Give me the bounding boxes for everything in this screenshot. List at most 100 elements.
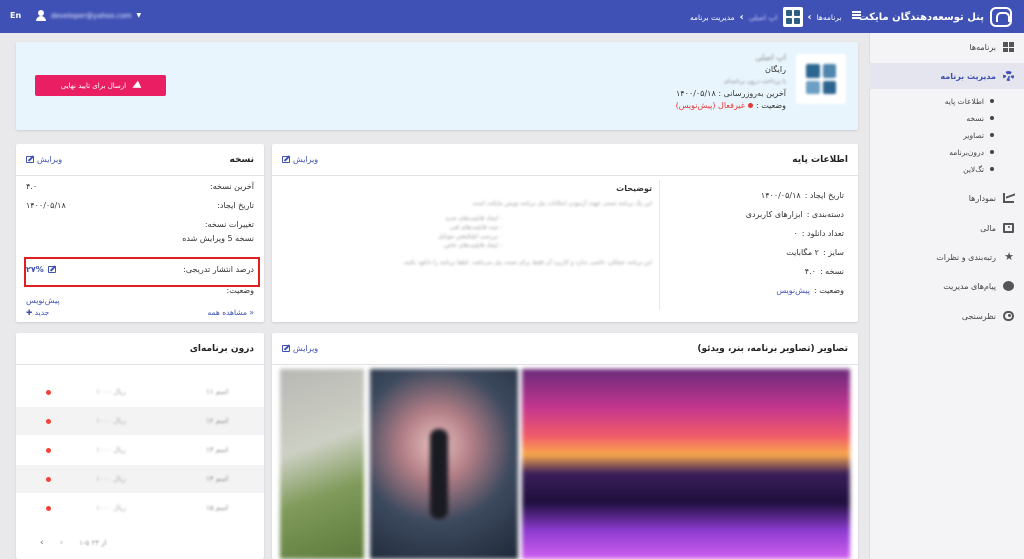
- app-updated: آخرین به‌روزرسانی : ۱۴۰۰/۰۵/۱۸: [546, 88, 786, 100]
- version-status-value: پیش‌نویس: [26, 296, 254, 305]
- table-row[interactable]: ۱۰۰۰ ریال اسم ۱۳: [16, 436, 264, 464]
- table-row[interactable]: ۱۰۰۰ ریال اسم ۱۱: [16, 378, 264, 406]
- edit-icon: [282, 156, 290, 163]
- status-dot-icon: [46, 418, 51, 424]
- field-label: تاریخ ایجاد :: [804, 191, 844, 200]
- sidebar-item-label: نمودارها: [968, 193, 996, 203]
- field-value: ۱۴۰۰/۰۵/۱۸: [760, 191, 801, 200]
- pagination: ‹ › ۱-۵ از ۲۳: [40, 538, 107, 548]
- updated-label: آخرین به‌روزرسانی :: [718, 89, 786, 98]
- status-dot-icon: [46, 505, 51, 511]
- app-header-card: اپ اصلی رایگان با پرداخت درون برنامه‌ای …: [16, 42, 858, 130]
- grid-icon: [1003, 42, 1014, 52]
- app-icon: [796, 54, 846, 104]
- version-last: آخرین نسخه: ۴.۰: [26, 182, 254, 191]
- version-status: وضعیت:: [26, 286, 254, 295]
- divider: [659, 180, 660, 310]
- app-summary: اپ اصلی رایگان با پرداخت درون برنامه‌ای …: [546, 52, 786, 112]
- eye-icon: [1003, 311, 1014, 321]
- sidebar-item-ratings[interactable]: ★ رتبه‌بندی و نظرات: [869, 244, 1024, 270]
- app-name: اپ اصلی: [755, 53, 786, 62]
- sidebar-subitem-in-app[interactable]: درون‌برنامه: [869, 145, 1024, 159]
- chat-icon: [1003, 281, 1014, 291]
- breadcrumb-app[interactable]: اپ اصلی: [749, 13, 778, 22]
- submit-for-approval-button[interactable]: ارسال برای تایید نهایی: [35, 75, 166, 96]
- field-label: تعداد دانلود :: [801, 229, 844, 238]
- updated-value: ۱۴۰۰/۰۵/۱۸: [676, 89, 716, 98]
- language-switch[interactable]: En: [10, 11, 21, 20]
- menu-toggle-icon[interactable]: [852, 11, 861, 19]
- sidebar-subitem-images[interactable]: تصاویر: [869, 128, 1024, 142]
- sidebar-item-programs[interactable]: برنامه‌ها: [869, 34, 1024, 60]
- version-footer: ✚ جدید مشاهده همه »: [26, 308, 254, 317]
- card-header: ویرایش اطلاعات پایه: [272, 144, 858, 176]
- breadcrumb-programs[interactable]: برنامه‌ها: [817, 13, 842, 22]
- prev-page-icon[interactable]: ‹: [40, 538, 44, 548]
- description-line: - ثبت قابلیت‌های فنی: [449, 224, 502, 231]
- sidebar-item-app-management[interactable]: مدیریت برنامه: [869, 63, 1024, 89]
- card-title: اطلاعات پایه: [792, 154, 848, 165]
- sidebar-subitem-basic-info[interactable]: اطلاعات پایه: [869, 94, 1024, 108]
- sidebar-item-survey[interactable]: نظرسنجی: [869, 303, 1024, 329]
- version-changes-text: نسخه 5 ویرایش شده: [26, 234, 254, 243]
- money-icon: [1003, 223, 1014, 233]
- sidebar-item-label: مالی: [980, 223, 996, 233]
- next-page-icon[interactable]: ›: [60, 538, 64, 548]
- in-app-card: درون برنامه‌ای ۱۰۰۰ ریال اسم ۱۱ ۱۰۰۰ ریال…: [16, 333, 264, 559]
- version-card: ویرایش نسخه آخرین نسخه: ۴.۰ تاریخ ایجاد: ۱…: [16, 144, 264, 322]
- description-line: - ایجاد قابلیت‌های خاص: [443, 242, 502, 249]
- field-label: وضعیت:: [226, 286, 254, 295]
- edit-label: ویرایش: [37, 155, 63, 164]
- see-all-link[interactable]: مشاهده همه »: [208, 308, 255, 317]
- field-value: پیش‌نویس: [776, 286, 810, 295]
- pagination-text: ۱-۵ از ۲۳: [79, 539, 107, 547]
- field-size: سایز :۲ مگابایت: [694, 243, 844, 262]
- sidebar-subitem-version[interactable]: نسخه: [869, 111, 1024, 125]
- table-row[interactable]: ۱۰۰۰ ریال اسم ۱۲: [16, 407, 264, 435]
- field-downloads: تعداد دانلود :۰: [694, 224, 844, 243]
- version-created: تاریخ ایجاد: ۱۴۰۰/۰۵/۱۸: [26, 201, 254, 210]
- sidebar-subitem-tagline[interactable]: تگ‌لاین: [869, 162, 1024, 176]
- status-dot-icon: [46, 476, 51, 482]
- screenshot-image[interactable]: [522, 369, 850, 559]
- sidebar-item-finance[interactable]: مالی: [869, 215, 1024, 241]
- edit-images-link[interactable]: ویرایش: [282, 344, 318, 353]
- field-version: نسخه :۴.۰: [694, 262, 844, 281]
- breadcrumb: مدیریت برنامه ‹ اپ اصلی ‹ برنامه‌ها: [690, 7, 842, 27]
- field-label: تغییرات نسخه:: [204, 220, 254, 229]
- row-name: اسم ۱۴: [206, 475, 229, 483]
- row-price: ۱۰۰۰ ریال: [96, 475, 126, 483]
- app-thumbnail-icon: [782, 7, 803, 27]
- edit-basic-info-link[interactable]: ویرایش: [282, 155, 318, 164]
- description-title: توضیحات: [616, 184, 652, 193]
- table-row[interactable]: ۱۰۰۰ ریال اسم ۱۴: [16, 465, 264, 493]
- chevron-left-icon: ‹: [807, 11, 812, 23]
- new-version-link[interactable]: ✚ جدید: [26, 308, 49, 317]
- field-category: دسته‌بندی :ابزارهای کاربردی: [694, 205, 844, 224]
- user-icon: [36, 10, 46, 21]
- rollout-highlight-box: [24, 257, 260, 287]
- brand[interactable]: پنل توسعه‌دهندگان مایکت: [859, 6, 1012, 28]
- edit-icon: [26, 156, 34, 163]
- breadcrumb-current: مدیریت برنامه: [690, 12, 735, 22]
- myket-logo-icon: [990, 7, 1012, 27]
- screenshot-image[interactable]: [370, 369, 518, 559]
- app-price-note: با پرداخت درون برنامه‌ای: [723, 78, 786, 85]
- brand-title: پنل توسعه‌دهندگان مایکت: [858, 11, 984, 23]
- row-price: ۱۰۰۰ ریال: [96, 504, 126, 512]
- status-label: وضعیت :: [755, 101, 786, 110]
- user-menu[interactable]: developer@yahoo.com ▼: [36, 10, 141, 21]
- edit-icon: [282, 345, 290, 352]
- status-dot-icon: [46, 389, 51, 395]
- star-icon: ★: [1004, 250, 1014, 263]
- sidebar-item-messages[interactable]: پیام‌های مدیریت: [869, 273, 1024, 299]
- sidebar-item-charts[interactable]: نمودارها: [869, 185, 1024, 211]
- screenshot-image[interactable]: [280, 369, 364, 559]
- chevron-left-icon: ‹: [739, 11, 744, 23]
- table-row[interactable]: ۱۰۰۰ ریال اسم ۱۵: [16, 494, 264, 522]
- edit-version-link[interactable]: ویرایش: [26, 155, 62, 164]
- field-value: ۴.۰: [804, 267, 816, 276]
- row-price: ۱۰۰۰ ریال: [96, 446, 126, 454]
- status-dot-icon: [747, 103, 753, 108]
- basic-info-card: ویرایش اطلاعات پایه تاریخ ایجاد :۱۴۰۰/۰۵…: [272, 144, 858, 322]
